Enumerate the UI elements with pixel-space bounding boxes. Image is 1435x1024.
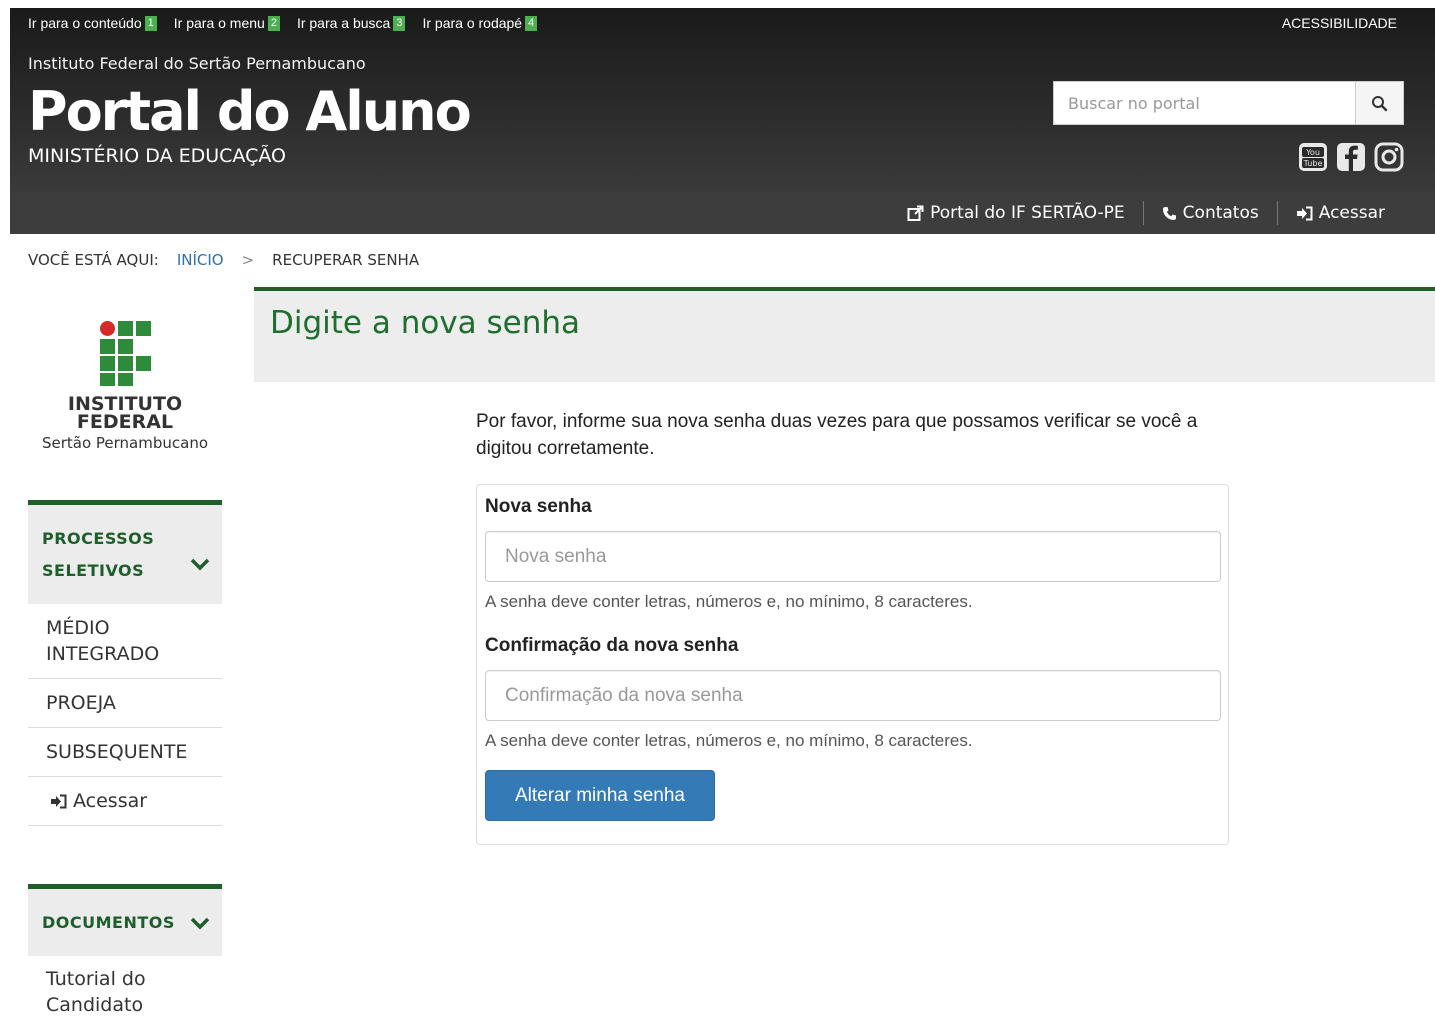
confirm-password-field[interactable] xyxy=(485,670,1221,721)
nav-label: Portal do IF SERTÃO-PE xyxy=(930,203,1125,223)
sidebar-item-tutorial[interactable]: Tutorial do Candidato xyxy=(28,956,222,1024)
skip-link-key: 2 xyxy=(267,15,280,31)
sidebar-header-title: DOCUMENTOS xyxy=(42,912,175,932)
skip-to-search-link[interactable]: Ir para a busca 3 xyxy=(297,15,406,31)
skip-link-label: Ir para o conteúdo xyxy=(28,15,142,31)
sidebar-processos-seletivos: PROCESSOS SELETIVOS MÉDIO INTEGRADO PROE… xyxy=(28,500,222,826)
sidebar-header-title: PROCESSOS SELETIVOS xyxy=(42,523,154,587)
new-password-help: A senha deve conter letras, números e, n… xyxy=(485,592,973,611)
portal-title[interactable]: Portal do Aluno xyxy=(28,80,472,143)
svg-text:Tube: Tube xyxy=(1303,159,1323,168)
nav-acessar-link[interactable]: Acessar xyxy=(1278,203,1403,223)
if-logo-mark xyxy=(99,318,151,386)
skip-link-label: Ir para o menu xyxy=(173,15,265,31)
search-icon xyxy=(1372,95,1388,111)
confirm-password-label: Confirmação da nova senha xyxy=(485,635,739,656)
sidebar-documentos-header[interactable]: DOCUMENTOS xyxy=(28,884,222,956)
institution-name: Instituto Federal do Sertão Pernambucano xyxy=(28,54,366,73)
chevron-down-icon xyxy=(190,558,210,570)
page-title: Digite a nova senha xyxy=(270,305,581,341)
change-password-button[interactable]: Alterar minha senha xyxy=(485,770,715,821)
sidebar-item-label: SUBSEQUENTE xyxy=(46,741,188,763)
nav-label: Contatos xyxy=(1182,203,1259,223)
skip-link-label: Ir para a busca xyxy=(296,15,391,31)
sidebar-item-label: PROEJA xyxy=(46,692,116,714)
svg-text:You: You xyxy=(1305,148,1320,157)
skip-to-content-link[interactable]: Ir para o conteúdo 1 xyxy=(28,15,157,31)
phone-icon xyxy=(1162,206,1176,220)
instagram-icon[interactable] xyxy=(1374,141,1404,173)
chevron-down-icon xyxy=(190,917,210,929)
top-navbar: Portal do IF SERTÃO-PE Contatos Acessar xyxy=(10,192,1435,234)
breadcrumb-current: RECUPERAR SENHA xyxy=(272,251,420,269)
sidebar-item-label: Tutorial do Candidato xyxy=(46,968,146,1016)
login-icon xyxy=(1296,206,1313,220)
skip-to-menu-link[interactable]: Ir para o menu 2 xyxy=(174,15,280,31)
social-links: You Tube xyxy=(1298,141,1404,173)
skip-links: Ir para o conteúdo 1 Ir para o menu 2 Ir p… xyxy=(28,15,538,31)
reset-password-form: Nova senha A senha deve conter letras, n… xyxy=(476,484,1229,845)
login-icon xyxy=(51,794,67,808)
new-password-label: Nova senha xyxy=(485,496,592,517)
skip-link-key: 4 xyxy=(525,15,538,31)
sidebar-item-label: Acessar xyxy=(73,790,148,812)
nav-portal-if-link[interactable]: Portal do IF SERTÃO-PE xyxy=(889,203,1143,223)
external-link-icon xyxy=(907,205,924,221)
page-title-bar: Digite a nova senha xyxy=(254,287,1435,382)
breadcrumb-prefix: VOCÊ ESTÁ AQUI: xyxy=(28,251,159,269)
skip-link-key: 1 xyxy=(144,15,157,31)
search-input[interactable] xyxy=(1054,82,1355,124)
ministry-name: MINISTÉRIO DA EDUCAÇÃO xyxy=(28,145,286,167)
sidebar-processos-header[interactable]: PROCESSOS SELETIVOS xyxy=(28,500,222,604)
sidebar-documentos: DOCUMENTOS Tutorial do Candidato xyxy=(28,884,222,1024)
accessibility-link[interactable]: ACESSIBILIDADE xyxy=(1282,15,1397,31)
sidebar-item-acessar[interactable]: Acessar xyxy=(28,777,222,826)
skip-link-key: 3 xyxy=(393,15,406,31)
nav-contatos-link[interactable]: Contatos xyxy=(1144,203,1277,223)
if-logo[interactable]: INSTITUTO FEDERAL Sertão Pernambucano xyxy=(28,318,222,452)
intro-text: Por favor, informe sua nova senha duas v… xyxy=(476,411,1198,459)
nav-label: Acessar xyxy=(1318,203,1385,223)
sidebar-item-subsequente[interactable]: SUBSEQUENTE xyxy=(28,728,222,777)
facebook-icon[interactable] xyxy=(1336,141,1366,173)
breadcrumb-separator: > xyxy=(241,251,255,269)
new-password-field[interactable] xyxy=(485,531,1221,582)
logo-text-campus: Sertão Pernambucano xyxy=(41,434,209,452)
logo-text-federal: FEDERAL xyxy=(76,411,174,433)
site-header: Ir para o conteúdo 1 Ir para o menu 2 Ir p… xyxy=(10,8,1435,192)
sidebar-header-line: SELETIVOS xyxy=(42,560,145,580)
breadcrumb-home-link[interactable]: INÍCIO xyxy=(177,251,224,269)
search-box xyxy=(1053,81,1404,125)
skip-to-footer-link[interactable]: Ir para o rodapé 4 xyxy=(422,15,538,31)
sidebar-header-line: PROCESSOS xyxy=(42,528,155,548)
youtube-icon[interactable]: You Tube xyxy=(1298,141,1328,173)
sidebar-item-label: MÉDIO INTEGRADO xyxy=(46,617,160,665)
skip-link-label: Ir para o rodapé xyxy=(422,15,523,31)
sidebar-item-medio-integrado[interactable]: MÉDIO INTEGRADO xyxy=(28,604,222,679)
sidebar-item-proeja[interactable]: PROEJA xyxy=(28,679,222,728)
breadcrumb: VOCÊ ESTÁ AQUI: INÍCIO > RECUPERAR SENHA xyxy=(28,251,419,269)
confirm-password-help: A senha deve conter letras, números e, n… xyxy=(485,731,973,750)
search-button[interactable] xyxy=(1355,82,1403,124)
